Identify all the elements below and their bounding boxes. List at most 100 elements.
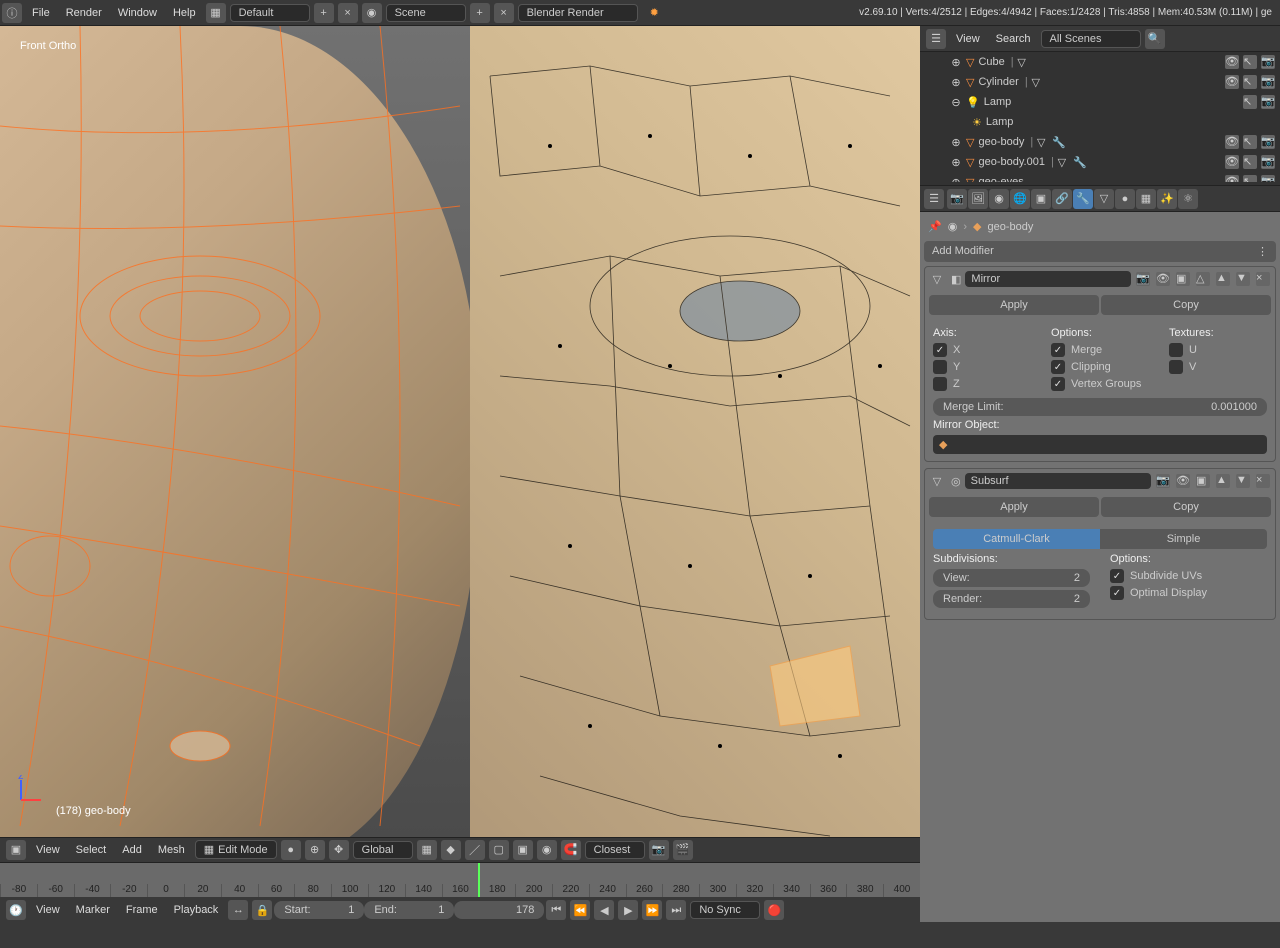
menu-file[interactable]: File	[24, 7, 58, 19]
modifier-name-field[interactable]: Mirror	[965, 271, 1131, 287]
timeline-menu-view[interactable]: View	[28, 904, 68, 916]
eye-icon[interactable]: 👁	[1225, 175, 1239, 182]
camera-icon[interactable]: 📷	[1261, 55, 1275, 69]
mirror-object-field[interactable]: ◆	[933, 435, 1267, 454]
cage-icon[interactable]: △	[1196, 272, 1210, 286]
render-vis-icon[interactable]: 📷	[1136, 272, 1150, 286]
cursor-icon[interactable]: ↖	[1243, 55, 1257, 69]
editor-type-timeline-icon[interactable]: 🕐	[6, 900, 26, 920]
outliner-item-cube[interactable]: ⊕▽Cube|▽👁↖📷	[920, 52, 1280, 72]
scene-del-icon[interactable]: ×	[494, 3, 514, 23]
view3d-menu-mesh[interactable]: Mesh	[150, 844, 193, 856]
collapse-icon[interactable]: ▽	[929, 473, 945, 489]
mode-dropdown[interactable]: ▦ Edit Mode	[195, 840, 277, 859]
editmode-vis-icon[interactable]: ▣	[1176, 272, 1190, 286]
axis-z-checkbox[interactable]	[933, 377, 947, 391]
editor-type-outliner-icon[interactable]: ☰	[926, 29, 946, 49]
outliner-tree[interactable]: ⊕▽Cube|▽👁↖📷 ⊕▽Cylinder|▽👁↖📷 ⊖💡Lamp↖📷 ☀La…	[920, 52, 1280, 182]
keyframe-prev-icon[interactable]: ⏪	[570, 900, 590, 920]
timeline-menu-playback[interactable]: Playback	[166, 904, 227, 916]
layout-del-icon[interactable]: ×	[338, 3, 358, 23]
delete-modifier-icon[interactable]: ×	[1256, 272, 1270, 286]
move-up-icon[interactable]: ▲	[1216, 272, 1230, 286]
expand-icon[interactable]: ⊕	[948, 134, 964, 150]
sync-dropdown[interactable]: No Sync	[690, 901, 760, 919]
render-icon[interactable]: 📷	[649, 840, 669, 860]
tab-world[interactable]: 🌐	[1010, 189, 1030, 209]
search-icon[interactable]: 🔍	[1145, 29, 1165, 49]
simple-toggle[interactable]: Simple	[1100, 529, 1267, 549]
catmull-clark-toggle[interactable]: Catmull-Clark	[933, 529, 1100, 549]
subdivide-uvs-checkbox[interactable]	[1110, 569, 1124, 583]
tab-object[interactable]: ▣	[1031, 189, 1051, 209]
merge-checkbox[interactable]	[1051, 343, 1065, 357]
delete-modifier-icon[interactable]: ×	[1256, 474, 1270, 488]
eye-icon[interactable]: 👁	[1225, 155, 1239, 169]
camera-icon[interactable]: 📷	[1261, 135, 1275, 149]
expand-icon[interactable]: ⊕	[948, 74, 964, 90]
layout-add-icon[interactable]: +	[314, 3, 334, 23]
outliner-filter-dropdown[interactable]: All Scenes	[1041, 30, 1141, 48]
camera-icon[interactable]: 📷	[1261, 155, 1275, 169]
menu-window[interactable]: Window	[110, 7, 165, 19]
camera-icon[interactable]: 📷	[1261, 75, 1275, 89]
outliner-item-geoeyes[interactable]: ⊕▽geo-eyes👁↖📷	[920, 172, 1280, 182]
start-frame-field[interactable]: Start:1	[274, 901, 364, 919]
breadcrumb-object[interactable]: geo-body	[987, 221, 1033, 233]
outliner-item-lamp[interactable]: ⊖💡Lamp↖📷	[920, 92, 1280, 112]
tab-data[interactable]: ▽	[1094, 189, 1114, 209]
lock-icon[interactable]: 🔒	[252, 900, 272, 920]
view-subdiv-field[interactable]: View:2	[933, 569, 1090, 587]
apply-button[interactable]: Apply	[929, 295, 1099, 315]
end-frame-field[interactable]: End:1	[364, 901, 454, 919]
tex-u-checkbox[interactable]	[1169, 343, 1183, 357]
shading-icon[interactable]: ●	[281, 840, 301, 860]
editmode-vis-icon[interactable]: ▣	[1196, 474, 1210, 488]
tab-particles[interactable]: ✨	[1157, 189, 1177, 209]
expand-icon[interactable]: ⊕	[948, 174, 964, 182]
collapse-icon[interactable]: ▽	[929, 271, 945, 287]
select-face-icon[interactable]: ▢	[489, 840, 509, 860]
outliner-item-geobody[interactable]: ⊕▽geo-body|▽🔧👁↖📷	[920, 132, 1280, 152]
layers-icon[interactable]: ▦	[417, 840, 437, 860]
expand-icon[interactable]: ⊕	[948, 54, 964, 70]
tab-physics[interactable]: ⚛	[1178, 189, 1198, 209]
axis-x-checkbox[interactable]	[933, 343, 947, 357]
merge-limit-field[interactable]: Merge Limit:0.001000	[933, 398, 1267, 416]
editor-type-icon[interactable]: ⓘ	[2, 3, 22, 23]
anim-icon[interactable]: 🎬	[673, 840, 693, 860]
eye-icon[interactable]: 👁	[1225, 55, 1239, 69]
render-subdiv-field[interactable]: Render:2	[933, 590, 1090, 608]
play-rev-icon[interactable]: ◀	[594, 900, 614, 920]
layout-dropdown[interactable]: Default	[230, 4, 310, 22]
timeline-menu-frame[interactable]: Frame	[118, 904, 166, 916]
autokey-icon[interactable]: 🔴	[764, 900, 784, 920]
tab-modifiers[interactable]: 🔧	[1073, 189, 1093, 209]
expand-icon[interactable]: ⊕	[948, 154, 964, 170]
realtime-vis-icon[interactable]: 👁	[1176, 474, 1190, 488]
select-edge-icon[interactable]: ／	[465, 840, 485, 860]
outliner-item-lampdata[interactable]: ☀Lamp	[920, 112, 1280, 132]
move-down-icon[interactable]: ▼	[1236, 272, 1250, 286]
render-vis-icon[interactable]: 📷	[1156, 474, 1170, 488]
apply-button[interactable]: Apply	[929, 497, 1099, 517]
scene-add-icon[interactable]: +	[470, 3, 490, 23]
menu-help[interactable]: Help	[165, 7, 204, 19]
cursor-icon[interactable]: ↖	[1243, 175, 1257, 182]
editor-type-3dview-icon[interactable]: ▣	[6, 840, 26, 860]
tab-material[interactable]: ●	[1115, 189, 1135, 209]
layout-icon[interactable]: ▦	[206, 3, 226, 23]
snap-icon[interactable]: 🧲	[561, 840, 581, 860]
scene-icon[interactable]: ◉	[362, 3, 382, 23]
axis-y-checkbox[interactable]	[933, 360, 947, 374]
manipulator-icon[interactable]: ✥	[329, 840, 349, 860]
outliner-menu-search[interactable]: Search	[988, 33, 1039, 45]
pin-icon[interactable]: 📌	[928, 220, 942, 233]
tab-texture[interactable]: ▦	[1136, 189, 1156, 209]
move-down-icon[interactable]: ▼	[1236, 474, 1250, 488]
current-frame-field[interactable]: 178	[454, 901, 544, 919]
view3d-menu-select[interactable]: Select	[68, 844, 115, 856]
collapse-icon[interactable]: ⊖	[948, 94, 964, 110]
menu-render[interactable]: Render	[58, 7, 110, 19]
add-modifier-button[interactable]: Add Modifier⋮	[924, 241, 1276, 262]
